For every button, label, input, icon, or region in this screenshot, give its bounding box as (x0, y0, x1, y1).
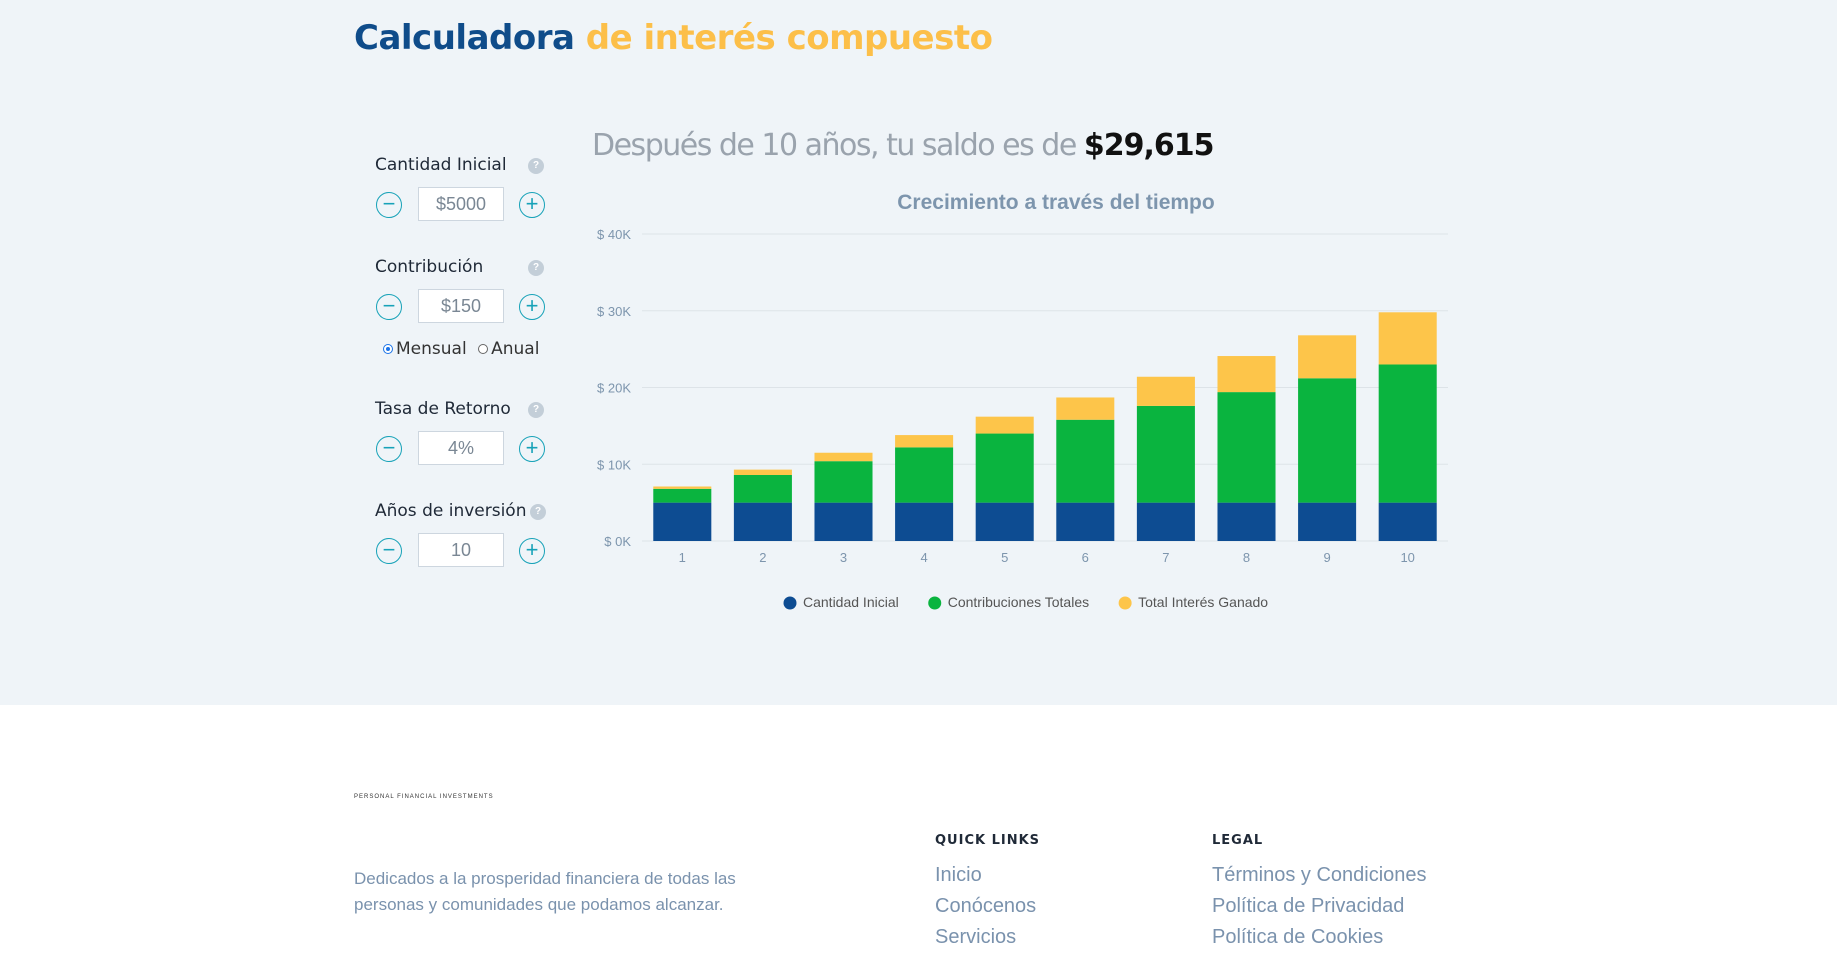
bar-segment (895, 447, 954, 503)
footer-link-inicio[interactable]: Inicio (935, 860, 1040, 891)
y-tick-label: $ 40K (597, 227, 631, 242)
bar-segment (1056, 397, 1115, 420)
chart-title: Crecimiento a través del tiempo (897, 191, 1214, 214)
bar-segment (1136, 405, 1195, 503)
bar-segment (814, 452, 873, 462)
frequency-yearly-option[interactable]: Anual (478, 339, 539, 359)
bar-segment (814, 502, 873, 541)
help-icon[interactable]: ? (528, 260, 544, 276)
contribution-input[interactable] (418, 289, 504, 323)
bar-segment (733, 469, 792, 475)
quick-links-title: QUICK LINKS (935, 833, 1041, 848)
bar-segment (653, 488, 712, 503)
footer-link-privacy[interactable]: Política de Privacidad (1212, 891, 1427, 922)
bar-segment (733, 474, 792, 503)
initial-amount-increase-button[interactable]: + (519, 192, 545, 218)
contribution-increase-button[interactable]: + (519, 294, 545, 320)
result-prefix: Después de 10 años, tu saldo es de (592, 128, 1077, 163)
footer-legal: LEGAL Términos y Condiciones Política de… (1212, 833, 1427, 953)
x-tick-label: 5 (1001, 550, 1008, 565)
bar-segment (814, 461, 873, 503)
return-rate-label: Tasa de Retorno (375, 399, 511, 419)
x-tick-label: 3 (840, 550, 847, 565)
x-tick-label: 7 (1162, 550, 1169, 565)
result-summary: Después de 10 años, tu saldo es de $29,6… (592, 128, 1215, 163)
bar-segment (895, 502, 954, 541)
radio-checked-icon[interactable] (383, 344, 393, 354)
years-label: Años de inversión (375, 501, 527, 521)
x-tick-label: 9 (1323, 550, 1330, 565)
legend-label: Contribuciones Totales (948, 594, 1089, 610)
years-input[interactable] (418, 533, 504, 567)
page-title-main: Calculadora (354, 18, 575, 58)
initial-amount-input[interactable] (418, 187, 504, 221)
bar-segment (1378, 502, 1437, 541)
legend-marker-icon (783, 596, 797, 610)
footer-link-terms[interactable]: Términos y Condiciones (1212, 860, 1427, 891)
x-tick-label: 2 (759, 550, 766, 565)
page-title: Calculadora de interés compuesto (354, 18, 993, 58)
contribution-frequency: Mensual Anual (383, 339, 545, 359)
bar-segment (1298, 335, 1357, 379)
x-tick-label: 10 (1400, 550, 1414, 565)
y-tick-label: $ 0K (604, 534, 631, 549)
bar-segment (1136, 502, 1195, 541)
bar-segment (1217, 356, 1276, 393)
radio-unchecked-icon[interactable] (478, 344, 489, 354)
contribution-decrease-button[interactable]: − (376, 294, 402, 320)
bar-segment (1378, 364, 1437, 503)
y-tick-label: $ 30K (597, 304, 631, 319)
help-icon[interactable]: ? (530, 504, 546, 520)
bar-segment (733, 502, 792, 541)
legend-label: Total Interés Ganado (1138, 594, 1268, 610)
footer-quick-links: QUICK LINKS Inicio Conócenos Servicios (935, 833, 1040, 953)
legend-marker-icon (928, 596, 942, 610)
result-amount: $29,615 (1083, 128, 1215, 163)
bar-segment (1056, 419, 1115, 503)
bar-segment (653, 502, 712, 541)
page-title-accent: de interés compuesto (585, 18, 993, 58)
footer-link-servicios[interactable]: Servicios (935, 922, 1040, 953)
bar-segment (1378, 312, 1437, 365)
x-tick-label: 1 (679, 550, 686, 565)
y-tick-label: $ 20K (597, 381, 631, 396)
footer-link-conocenos[interactable]: Conócenos (935, 891, 1040, 922)
contribution-label: Contribución (375, 257, 484, 277)
years-decrease-button[interactable]: − (376, 538, 402, 564)
years-increase-button[interactable]: + (519, 538, 545, 564)
frequency-monthly-option[interactable]: Mensual (383, 339, 467, 359)
legal-title: LEGAL (1212, 833, 1264, 848)
bar-segment (895, 435, 954, 448)
bar-segment (653, 486, 712, 489)
bar-segment (1136, 376, 1195, 406)
bar-segment (1298, 502, 1357, 541)
legend-label: Cantidad Inicial (803, 594, 899, 610)
bar-segment (975, 416, 1034, 434)
return-rate-input[interactable] (418, 431, 504, 465)
footer-description: Dedicados a la prosperidad financiera de… (354, 869, 736, 914)
y-tick-label: $ 10K (597, 457, 631, 472)
help-icon[interactable]: ? (528, 402, 544, 418)
frequency-monthly-label: Mensual (396, 339, 467, 359)
bar-segment (1056, 502, 1115, 541)
bar-segment (975, 502, 1034, 541)
x-tick-label: 8 (1243, 550, 1250, 565)
initial-amount-decrease-button[interactable]: − (376, 192, 402, 218)
bar-segment (975, 433, 1034, 503)
legend-marker-icon (1118, 596, 1132, 610)
initial-amount-label: Cantidad Inicial (375, 155, 507, 175)
footer-link-cookies[interactable]: Política de Cookies (1212, 922, 1427, 953)
x-tick-label: 6 (1082, 550, 1089, 565)
return-rate-decrease-button[interactable]: − (376, 436, 402, 462)
help-icon[interactable]: ? (528, 158, 544, 174)
x-tick-label: 4 (920, 550, 927, 565)
bar-segment (1298, 378, 1357, 503)
growth-chart: Crecimiento a través del tiempo $ 0K $ 10K… (597, 191, 1448, 610)
footer-brand-tagline: PERSONAL FINANCIAL INVESTMENTS (354, 794, 494, 800)
frequency-yearly-label: Anual (491, 339, 540, 359)
bar-segment (1217, 502, 1276, 541)
bar-segment (1217, 392, 1276, 503)
return-rate-increase-button[interactable]: + (519, 436, 545, 462)
